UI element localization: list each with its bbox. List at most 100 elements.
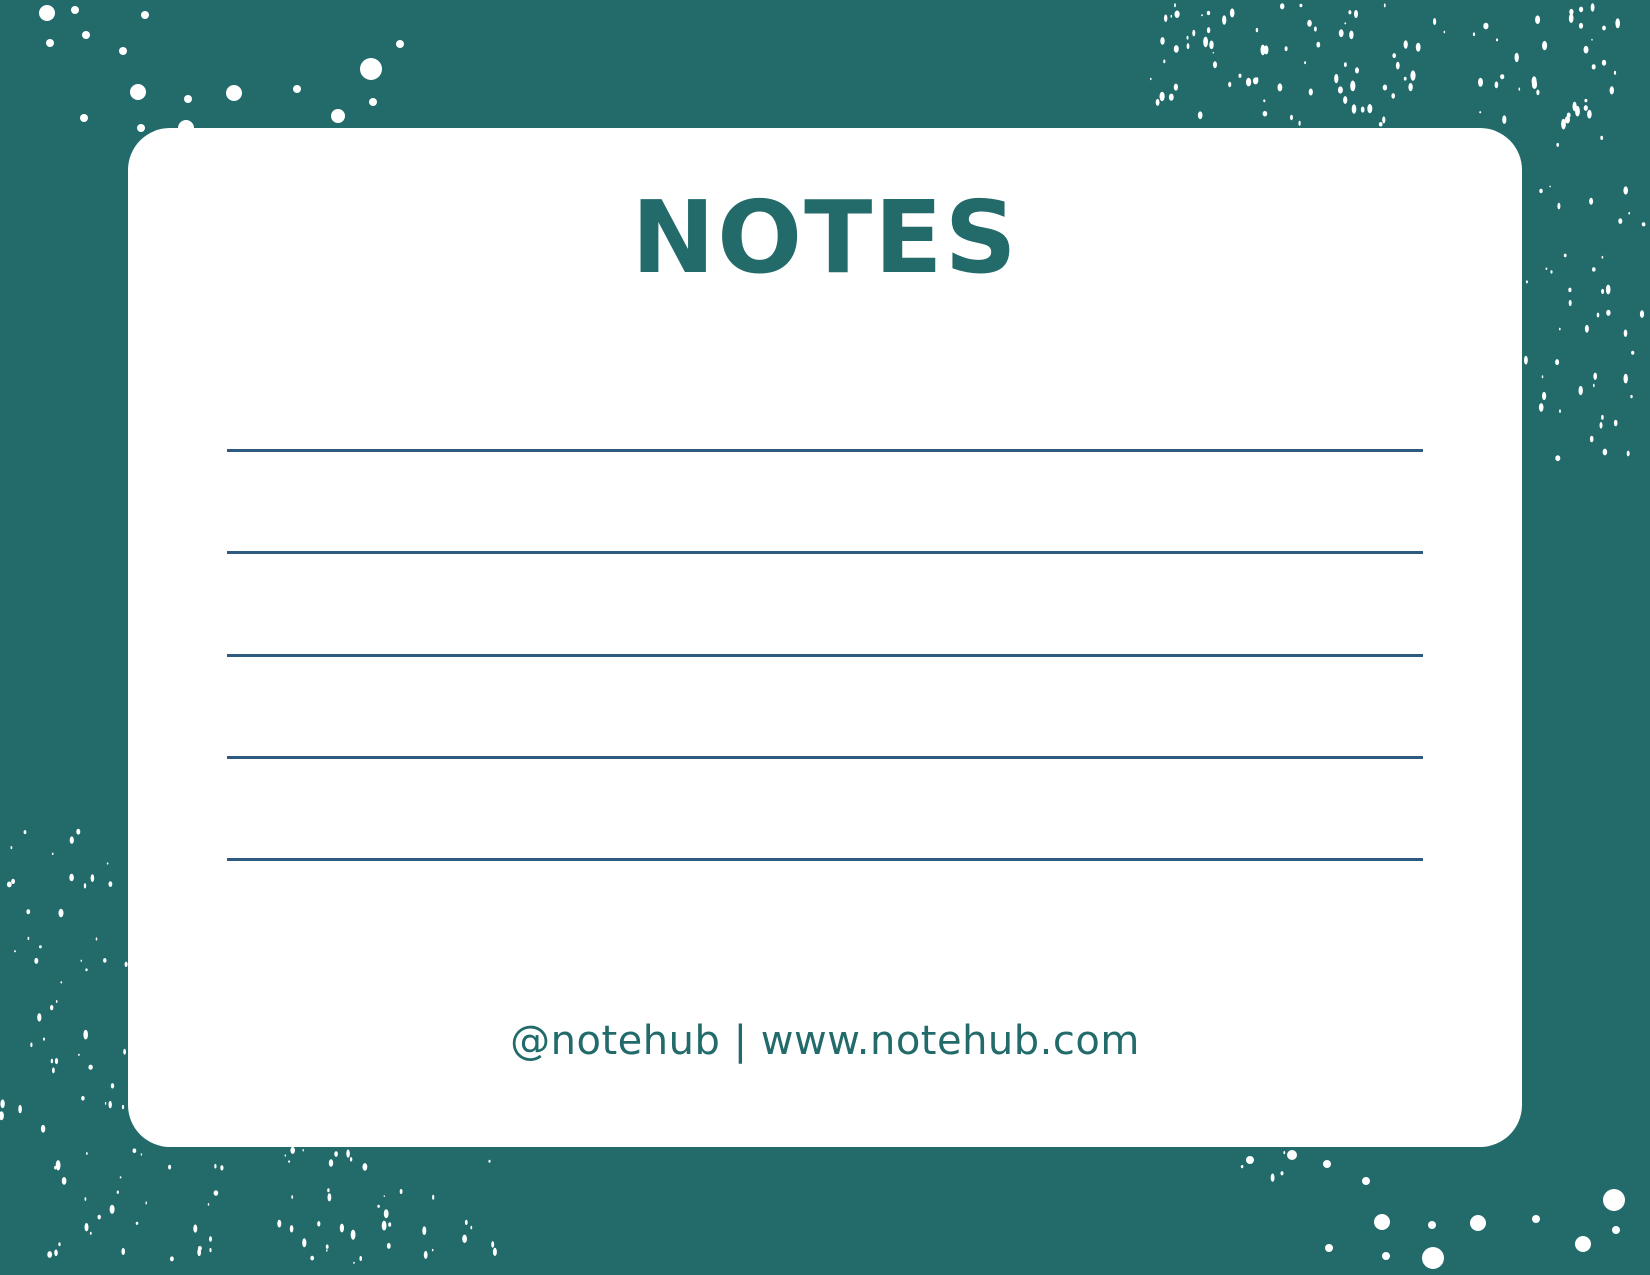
speckle-dot — [106, 862, 109, 865]
speckle-dot — [46, 39, 54, 47]
speckle-dot — [1410, 70, 1416, 81]
speckle-dot — [1255, 77, 1259, 82]
speckle-dot — [1155, 98, 1160, 106]
speckle-dot — [1382, 1252, 1390, 1260]
speckle-dot — [119, 1176, 122, 1179]
speckle-dot — [1536, 89, 1540, 96]
speckle-dot — [1600, 135, 1604, 140]
speckle-dot — [1615, 18, 1620, 29]
speckle-dot — [470, 1225, 473, 1230]
speckle-dot — [50, 1058, 54, 1064]
speckle-dot — [383, 1209, 389, 1219]
speckle-dot — [14, 950, 16, 953]
speckle-dot — [1238, 73, 1242, 78]
speckle-dot — [1535, 15, 1541, 24]
speckle-dot — [1605, 284, 1611, 295]
speckle-dot — [84, 1223, 89, 1232]
speckle-dot — [58, 1242, 61, 1247]
speckle-dot — [145, 1201, 147, 1205]
speckle-dot — [1308, 88, 1313, 96]
speckle-dot — [289, 1225, 294, 1233]
speckle-dot — [1163, 59, 1166, 64]
speckle-dot — [1565, 116, 1570, 124]
speckle-dot — [88, 1064, 93, 1070]
speckle-dot — [1639, 310, 1645, 318]
speckle-dot — [277, 1219, 282, 1228]
speckle-dot — [310, 1255, 315, 1261]
speckle-dot — [1343, 96, 1348, 104]
speckle-dot — [50, 1004, 54, 1011]
speckle-dot — [1603, 1189, 1625, 1211]
speckle-dot — [1338, 29, 1344, 38]
speckle-dot — [58, 908, 64, 918]
speckle-dot — [1228, 81, 1232, 88]
speckle-dot — [1164, 14, 1168, 22]
speckle-dot — [209, 1236, 212, 1242]
speckle-dot — [331, 109, 345, 123]
speckle-dot — [1422, 1247, 1444, 1269]
speckle-dot — [1160, 37, 1165, 45]
speckle-dot — [26, 909, 31, 915]
speckle-dot — [214, 1163, 217, 1169]
speckle-dot — [349, 1157, 353, 1162]
ruled-line — [227, 858, 1423, 861]
speckle-dot — [325, 1244, 329, 1249]
speckle-dot — [1344, 22, 1347, 25]
speckle-dot — [284, 1154, 286, 1157]
speckle-dot — [1213, 61, 1217, 69]
speckle-dot — [1568, 299, 1572, 307]
speckle-dot — [1626, 450, 1630, 457]
speckle-dot — [85, 968, 88, 972]
speckle-dot — [39, 945, 42, 949]
speckle-dot — [1299, 3, 1303, 8]
speckle-dot — [226, 85, 242, 101]
speckle-dot — [83, 1029, 88, 1040]
speckle-dot — [1280, 3, 1285, 10]
speckle-dot — [54, 1249, 58, 1257]
speckle-dot — [1630, 394, 1633, 399]
speckle-dot — [1173, 83, 1178, 91]
speckle-dot — [6, 881, 12, 888]
speckle-dot — [422, 1226, 427, 1235]
speckle-dot — [1391, 93, 1395, 99]
speckle-dot — [109, 1204, 115, 1214]
speckle-dot — [290, 1146, 296, 1154]
speckle-dot — [140, 1153, 143, 1156]
speckle-dot — [1583, 45, 1589, 54]
speckle-dot — [1593, 383, 1595, 388]
speckle-dot — [1374, 1214, 1390, 1230]
speckle-dot — [1348, 10, 1352, 15]
speckle-dot — [1197, 111, 1203, 120]
speckle-dot — [1337, 86, 1343, 94]
speckle-dot — [1263, 99, 1266, 103]
speckle-dot — [1255, 27, 1259, 33]
speckle-dot — [1304, 61, 1307, 65]
speckle-dot — [399, 1189, 403, 1194]
speckle-dot — [1602, 448, 1608, 456]
speckle-dot — [353, 1261, 355, 1264]
speckle-dot — [1631, 350, 1635, 355]
speckle-dot — [339, 1223, 344, 1233]
speckle-dot — [1201, 14, 1203, 17]
speckle-dot — [327, 1193, 332, 1202]
speckle-dot — [84, 1197, 87, 1201]
footer-contact: @notehub | www.notehub.com — [510, 1018, 1140, 1064]
speckle-dot — [1283, 1151, 1286, 1155]
speckle-dot — [78, 1053, 80, 1056]
speckle-dot — [1246, 1156, 1254, 1164]
speckle-dot — [69, 873, 74, 882]
speckle-dot — [1572, 101, 1577, 112]
speckle-dot — [132, 1148, 137, 1153]
speckle-dot — [1470, 1215, 1486, 1231]
speckle-dot — [90, 874, 95, 882]
speckle-dot — [1613, 70, 1617, 75]
speckle-dot — [1323, 1160, 1331, 1168]
speckle-dot — [327, 1188, 330, 1193]
speckle-dot — [1563, 253, 1567, 258]
speckle-dot — [1502, 115, 1507, 124]
speckle-dot — [1579, 6, 1584, 13]
speckle-dot — [43, 1037, 45, 1041]
speckle-dot — [1351, 104, 1357, 114]
speckle-dot — [11, 878, 16, 885]
speckle-dot — [1518, 87, 1521, 91]
